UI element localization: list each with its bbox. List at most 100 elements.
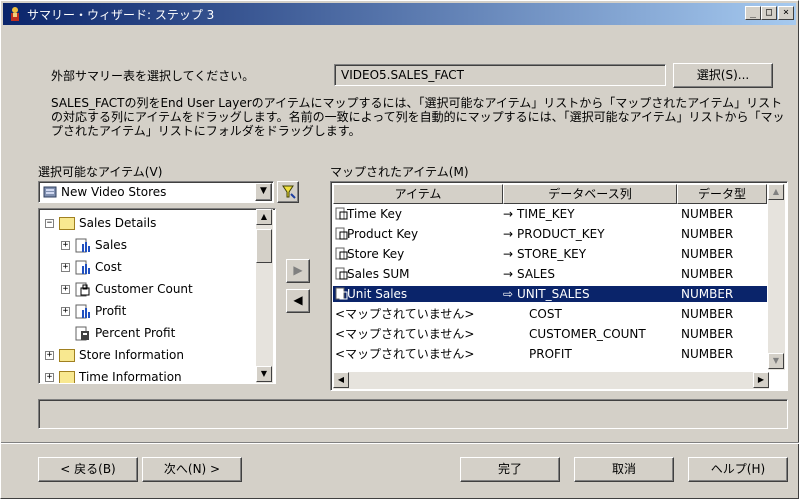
tree-node-label: Percent Profit xyxy=(95,326,176,340)
folder-icon xyxy=(59,349,75,362)
tree-node-store-information[interactable]: + Store Information xyxy=(45,344,184,366)
summary-table-field: VIDEO5.SALES_FACT xyxy=(334,64,666,86)
expand-icon[interactable]: + xyxy=(45,351,54,360)
folder-icon xyxy=(59,371,75,383)
tree-node-label: Store Information xyxy=(79,348,184,362)
minimize-button[interactable]: _ xyxy=(745,6,761,20)
mapping-arrow-icon: ⇨ xyxy=(503,287,514,301)
title-bar[interactable]: サマリー・ウィザード: ステップ 3 _ □ × xyxy=(3,3,796,25)
select-button[interactable]: 選択(S)... xyxy=(673,63,773,88)
arrow-up-icon: ▲ xyxy=(772,187,780,196)
available-items-label: 選択可能なアイテム(V) xyxy=(38,165,163,179)
data-type: NUMBER xyxy=(681,347,734,361)
db-column-name: CUSTOMER_COUNT xyxy=(529,327,646,341)
mapped-item-name: Unit Sales xyxy=(347,287,408,301)
tree-node-percent-profit[interactable]: Percent Profit xyxy=(75,322,175,344)
column-header-db-column[interactable]: データベース列 xyxy=(503,184,677,204)
mapped-row[interactable]: <マップされていません> COST NUMBER xyxy=(333,306,767,322)
scroll-down-button[interactable]: ▼ xyxy=(768,353,784,369)
scroll-down-button[interactable]: ▼ xyxy=(256,366,272,382)
folder-open-icon xyxy=(59,217,75,230)
close-button[interactable]: × xyxy=(778,6,794,20)
back-button[interactable]: < 戻る(B) xyxy=(38,457,138,482)
measure-item-icon xyxy=(75,304,91,319)
tree-node-customer-count[interactable]: + Customer Count xyxy=(61,278,193,300)
column-header-datatype[interactable]: データ型 xyxy=(677,184,767,204)
mapped-row[interactable]: Product Key → PRODUCT_KEY NUMBER xyxy=(333,226,767,242)
scroll-thumb[interactable] xyxy=(256,229,272,263)
scroll-left-button[interactable]: ◀ xyxy=(333,372,349,388)
mapped-row[interactable]: Time Key → TIME_KEY NUMBER xyxy=(333,206,767,222)
db-column-name: UNIT_SALES xyxy=(517,287,590,301)
maximize-icon: □ xyxy=(765,7,773,18)
mapped-items-grid[interactable]: アイテム データベース列 データ型 Time Key → TIME_KEY NUMBE… xyxy=(330,181,788,391)
arrow-up-icon: ▲ xyxy=(260,212,268,221)
expand-icon[interactable]: + xyxy=(61,263,70,272)
tree-node-profit[interactable]: + Profit xyxy=(61,300,126,322)
tree-node-sales[interactable]: + Sales xyxy=(61,234,127,256)
map-item-right-button[interactable]: ▶ xyxy=(286,259,310,283)
db-column-name: TIME_KEY xyxy=(517,207,575,221)
data-type: NUMBER xyxy=(681,307,734,321)
mapped-row[interactable]: <マップされていません> CUSTOMER_COUNT NUMBER xyxy=(333,326,767,342)
expand-icon[interactable]: + xyxy=(61,307,70,316)
mapping-arrow-icon: → xyxy=(503,227,514,241)
data-type: NUMBER xyxy=(681,247,734,261)
mapped-item-name: Store Key xyxy=(347,247,405,261)
expand-icon[interactable]: + xyxy=(61,241,70,250)
mapping-arrow-icon: → xyxy=(503,207,514,221)
mapped-row[interactable]: Sales SUM → SALES NUMBER xyxy=(333,266,767,282)
business-area-select[interactable]: New Video Stores ▼ xyxy=(38,181,274,203)
finish-button[interactable]: 完了 xyxy=(460,457,560,482)
arrow-right-icon: ▶ xyxy=(293,263,303,277)
mapped-item-name: Time Key xyxy=(347,207,402,221)
help-button[interactable]: ヘルプ(H) xyxy=(688,457,788,482)
tree-node-cost[interactable]: + Cost xyxy=(61,256,122,278)
measure-item-icon xyxy=(75,260,91,275)
scroll-up-button[interactable]: ▲ xyxy=(256,209,272,225)
tree-node-label: Sales xyxy=(95,238,127,252)
data-type: NUMBER xyxy=(681,207,734,221)
db-column-name: SALES xyxy=(517,267,555,281)
column-header-item[interactable]: アイテム xyxy=(333,184,503,204)
mapped-row[interactable]: Unit Sales ⇨ UNIT_SALES NUMBER xyxy=(333,286,767,302)
grid-horizontal-scrollbar[interactable]: ◀ ▶ xyxy=(333,372,769,389)
business-area-value: New Video Stores xyxy=(61,185,167,199)
arrow-down-icon: ▼ xyxy=(260,369,268,378)
maximize-button[interactable]: □ xyxy=(761,6,777,20)
db-column-name: STORE_KEY xyxy=(517,247,587,261)
arrow-right-icon: ▶ xyxy=(757,375,765,384)
summary-table-prompt: 外部サマリー表を選択してください。 xyxy=(51,69,255,83)
next-button[interactable]: 次へ(N) > xyxy=(142,457,242,482)
db-column-name: PRODUCT_KEY xyxy=(517,227,605,241)
tree-node-time-information[interactable]: + Time Information xyxy=(45,366,182,383)
expand-icon[interactable]: + xyxy=(61,285,70,294)
tree-node-label: Sales Details xyxy=(79,216,157,230)
grid-vertical-scrollbar[interactable]: ▲ ▼ xyxy=(768,184,785,370)
tree-node-label: Customer Count xyxy=(95,282,193,296)
arrow-left-icon: ◀ xyxy=(293,293,303,307)
mapped-row[interactable]: <マップされていません> PROFIT NUMBER xyxy=(333,346,767,362)
mapped-items-label: マップされたアイテム(M) xyxy=(330,165,469,179)
mapped-item-name: <マップされていません> xyxy=(335,307,475,321)
combo-dropdown-button[interactable]: ▼ xyxy=(255,183,272,201)
scroll-up-button[interactable]: ▲ xyxy=(768,184,784,200)
calculation-item-icon xyxy=(75,326,91,341)
available-items-tree[interactable]: − Sales Details + Sales + Cost + Custome… xyxy=(38,208,276,384)
tree-vertical-scrollbar[interactable]: ▲ ▼ xyxy=(256,209,273,383)
tree-node-sales-details[interactable]: − Sales Details xyxy=(45,212,156,234)
wizard-app-icon xyxy=(11,7,19,21)
key-item-icon xyxy=(75,282,91,297)
expand-icon[interactable]: + xyxy=(45,373,54,382)
db-column-name: COST xyxy=(529,307,562,321)
data-type: NUMBER xyxy=(681,267,734,281)
filter-button[interactable] xyxy=(277,181,299,203)
collapse-icon[interactable]: − xyxy=(45,219,54,228)
scroll-right-button[interactable]: ▶ xyxy=(753,372,769,388)
status-bar xyxy=(38,399,788,429)
instruction-text: SALES_FACTの列をEnd User Layerのアイテムにマップするには… xyxy=(51,96,785,138)
cancel-button[interactable]: 取消 xyxy=(574,457,674,482)
unmap-item-left-button[interactable]: ◀ xyxy=(286,289,310,313)
mapped-item-name: <マップされていません> xyxy=(335,347,475,361)
mapped-row[interactable]: Store Key → STORE_KEY NUMBER xyxy=(333,246,767,262)
